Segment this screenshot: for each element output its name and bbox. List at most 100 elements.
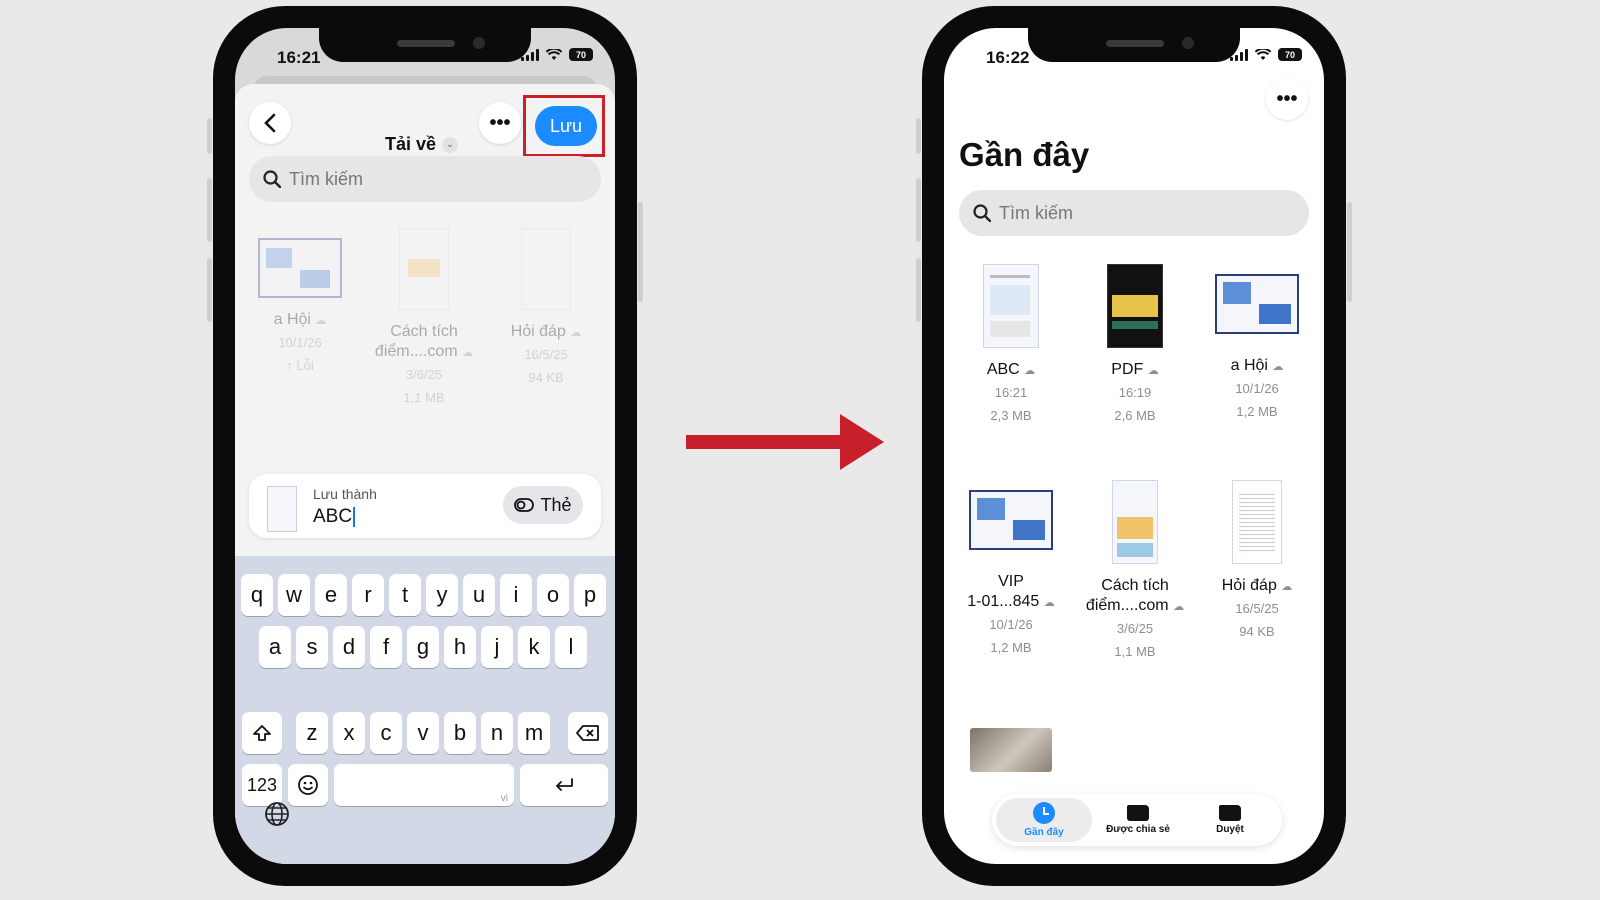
key-k[interactable]: k <box>518 626 550 668</box>
emoji-key[interactable] <box>288 764 328 806</box>
file-thumbnail <box>258 238 342 298</box>
text-caret <box>353 506 356 527</box>
key-b[interactable]: b <box>444 712 476 754</box>
more-button[interactable]: ••• <box>479 102 521 144</box>
status-icons: 70 <box>521 48 593 61</box>
battery-icon: 70 <box>1278 48 1302 61</box>
back-button[interactable] <box>249 102 291 144</box>
file-item[interactable]: PDF ☁ 16:19 2,6 MB <box>1080 264 1190 427</box>
search-placeholder: Tìm kiếm <box>289 168 363 189</box>
space-language-hint: vi <box>500 793 508 804</box>
file-item[interactable]: VIP 1-01...845 ☁ 10/1/26 1,2 MB <box>956 490 1066 659</box>
signal-icon <box>1230 48 1248 61</box>
ellipsis-icon: ••• <box>1276 87 1298 110</box>
tab-bar: Gần đây Được chia sẻ Duyệt <box>992 794 1282 846</box>
key-f[interactable]: f <box>370 626 402 668</box>
file-date: 10/1/26 <box>278 335 322 350</box>
volume-down-button <box>916 258 921 322</box>
search-icon <box>973 204 991 222</box>
key-a[interactable]: a <box>259 626 291 668</box>
space-key[interactable]: vi <box>334 764 514 806</box>
backspace-key[interactable] <box>568 712 608 754</box>
file-item[interactable]: Hỏi đáp ☁ 16/5/25 94 KB <box>1202 480 1312 643</box>
save-as-panel: Lưu thành ABC Thẻ <box>249 474 601 538</box>
return-icon <box>556 778 573 791</box>
shift-icon <box>253 725 271 741</box>
file-name: Hỏi đáp <box>510 323 566 340</box>
key-z[interactable]: z <box>296 712 328 754</box>
key-o[interactable]: o <box>537 574 569 616</box>
wifi-icon <box>546 48 562 60</box>
backspace-icon <box>576 725 599 741</box>
file-name: a Hội <box>273 311 311 328</box>
search-icon <box>263 170 281 188</box>
key-q[interactable]: q <box>241 574 273 616</box>
key-i[interactable]: i <box>500 574 532 616</box>
key-h[interactable]: h <box>444 626 476 668</box>
file-name: Hỏi đáp <box>1221 577 1277 594</box>
volume-up-button <box>916 178 921 242</box>
tab-label: Được chia sẻ <box>1106 824 1170 835</box>
battery-icon: 70 <box>569 48 593 61</box>
file-item[interactable]: Cách tích điểm....com ☁ 3/6/25 1,1 MB <box>369 228 479 409</box>
shift-key[interactable] <box>242 712 282 754</box>
cloud-icon: ☁ <box>1024 365 1036 377</box>
filename-value: ABC <box>313 506 353 527</box>
file-thumbnail[interactable] <box>970 728 1052 772</box>
file-item[interactable]: a Hội ☁ 10/1/26 1,2 MB <box>1202 274 1312 423</box>
location-selector[interactable]: Tải về ⌄ <box>385 134 459 155</box>
emoji-icon <box>298 775 318 795</box>
chevron-left-icon <box>264 113 276 133</box>
globe-icon[interactable] <box>263 800 291 835</box>
cloud-icon: ☁ <box>1043 597 1055 609</box>
signal-icon <box>521 48 539 61</box>
page-title: Gần đây <box>959 136 1090 173</box>
search-input[interactable]: Tìm kiếm <box>249 156 601 202</box>
search-input[interactable]: Tìm kiếm <box>959 190 1309 236</box>
cloud-icon: ☁ <box>315 315 327 327</box>
key-r[interactable]: r <box>352 574 384 616</box>
cloud-download-icon: ☁ <box>1173 601 1185 613</box>
file-item[interactable]: a Hội ☁ 10/1/26 ↑ Lỗi <box>245 238 355 377</box>
key-n[interactable]: n <box>481 712 513 754</box>
file-name-line2: điểm....com <box>1085 597 1169 614</box>
key-j[interactable]: j <box>481 626 513 668</box>
key-w[interactable]: w <box>278 574 310 616</box>
key-s[interactable]: s <box>296 626 328 668</box>
key-p[interactable]: p <box>574 574 606 616</box>
key-d[interactable]: d <box>333 626 365 668</box>
cloud-icon: ☁ <box>1147 365 1159 377</box>
key-y[interactable]: y <box>426 574 458 616</box>
key-m[interactable]: m <box>518 712 550 754</box>
file-date: 10/1/26 <box>989 617 1033 632</box>
location-title: Tải về <box>385 134 437 154</box>
save-button[interactable]: Lưu <box>535 106 597 146</box>
key-l[interactable]: l <box>555 626 587 668</box>
tag-button[interactable]: Thẻ <box>503 486 583 524</box>
tag-icon <box>514 498 535 512</box>
return-key[interactable] <box>520 764 608 806</box>
tab-browse[interactable]: Duyệt <box>1182 798 1278 842</box>
tab-shared[interactable]: Được chia sẻ <box>1090 798 1186 842</box>
file-size: 1,2 MB <box>990 640 1032 655</box>
key-c[interactable]: c <box>370 712 402 754</box>
key-u[interactable]: u <box>463 574 495 616</box>
key-v[interactable]: v <box>407 712 439 754</box>
save-as-label: Lưu thành <box>313 486 377 502</box>
file-date: 16:19 <box>1118 385 1152 400</box>
file-item[interactable]: Hỏi đáp ☁ 16/5/25 94 KB <box>491 228 601 389</box>
more-button[interactable]: ••• <box>1266 78 1308 120</box>
key-g[interactable]: g <box>407 626 439 668</box>
key-x[interactable]: x <box>333 712 365 754</box>
file-thumbnail <box>1112 480 1158 564</box>
key-e[interactable]: e <box>315 574 347 616</box>
cloud-download-icon: ☁ <box>570 327 582 339</box>
key-t[interactable]: t <box>389 574 421 616</box>
filename-input[interactable]: ABC <box>313 506 356 528</box>
tab-label: Gần đây <box>1024 827 1064 838</box>
file-item[interactable]: ABC ☁ 16:21 2,3 MB <box>956 264 1066 427</box>
file-item[interactable]: Cách tích điểm....com ☁ 3/6/25 1,1 MB <box>1080 480 1190 663</box>
right-screen: 16:22 70 ••• Gần đây Tìm kiếm ABC ☁ 16:2… <box>944 28 1324 864</box>
status-time: 16:22 <box>986 48 1030 67</box>
tab-recent[interactable]: Gần đây <box>996 798 1092 842</box>
